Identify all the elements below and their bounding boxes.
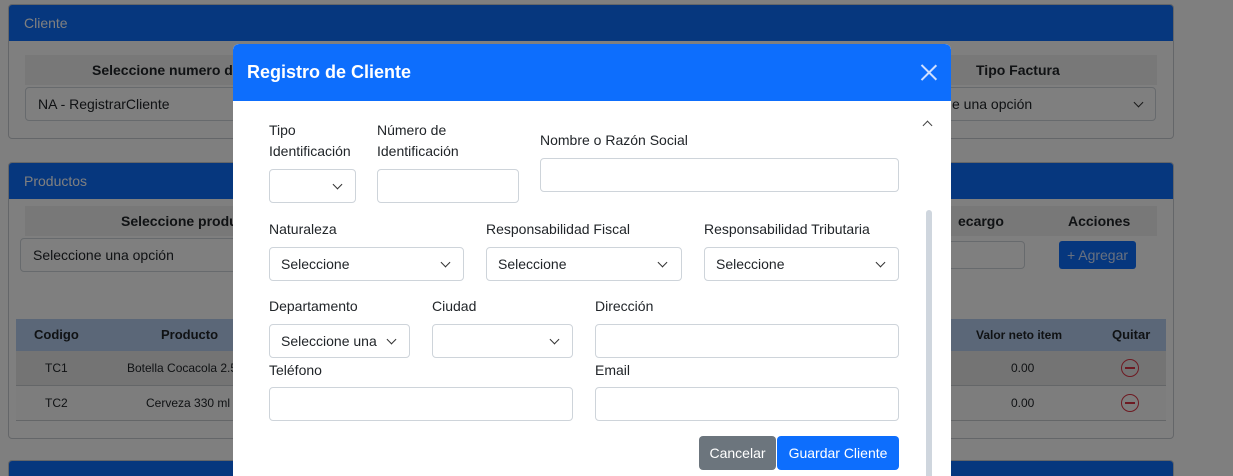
direccion-label: Dirección: [595, 298, 654, 314]
naturaleza-label: Naturaleza: [269, 221, 337, 237]
responsabilidad-tributaria-label: Responsabilidad Tributaria: [704, 221, 870, 237]
modal-header: Registro de Cliente: [233, 44, 951, 101]
scrollbar[interactable]: [926, 210, 932, 476]
chevron-down-icon: [440, 257, 451, 268]
numero-identificacion-input[interactable]: [377, 169, 519, 203]
numero-identificacion-label-2: Identificación: [377, 143, 459, 159]
close-icon[interactable]: [920, 64, 937, 81]
modal-title: Registro de Cliente: [247, 62, 412, 82]
chevron-down-icon: [332, 179, 343, 190]
save-client-button[interactable]: Guardar Cliente: [777, 436, 899, 470]
registro-cliente-modal: Registro de Cliente Tipo Identificación …: [233, 44, 951, 476]
chevron-down-icon: [875, 257, 886, 268]
tipo-identificacion-label-1: Tipo: [269, 122, 296, 138]
cancel-button[interactable]: Cancelar: [699, 436, 776, 470]
scroll-up-icon[interactable]: [922, 120, 933, 131]
nombre-label: Nombre o Razón Social: [540, 132, 688, 148]
responsabilidad-tributaria-value: Seleccione: [716, 256, 785, 272]
tipo-identificacion-select[interactable]: [269, 169, 356, 203]
chevron-down-icon: [386, 334, 397, 345]
departamento-value: Seleccione una: [281, 333, 377, 349]
naturaleza-value: Seleccione: [281, 256, 350, 272]
tipo-identificacion-label-2: Identificación: [269, 143, 351, 159]
responsabilidad-tributaria-select[interactable]: Seleccione: [704, 247, 899, 281]
nombre-input[interactable]: [540, 158, 899, 192]
email-label: Email: [595, 362, 631, 378]
telefono-input[interactable]: [269, 387, 573, 421]
chevron-down-icon: [549, 334, 560, 345]
ciudad-select[interactable]: [432, 324, 573, 358]
chevron-down-icon: [657, 257, 668, 268]
numero-identificacion-label-1: Número de: [377, 122, 447, 138]
telefono-label: Teléfono: [269, 362, 322, 378]
responsabilidad-fiscal-select[interactable]: Seleccione: [486, 247, 682, 281]
naturaleza-select[interactable]: Seleccione: [269, 247, 464, 281]
direccion-input[interactable]: [595, 324, 899, 358]
departamento-select[interactable]: Seleccione una: [269, 324, 410, 358]
email-input[interactable]: [595, 387, 899, 421]
responsabilidad-fiscal-label: Responsabilidad Fiscal: [486, 221, 630, 237]
responsabilidad-fiscal-value: Seleccione: [498, 256, 567, 272]
ciudad-label: Ciudad: [432, 298, 477, 314]
departamento-label: Departamento: [269, 298, 358, 314]
